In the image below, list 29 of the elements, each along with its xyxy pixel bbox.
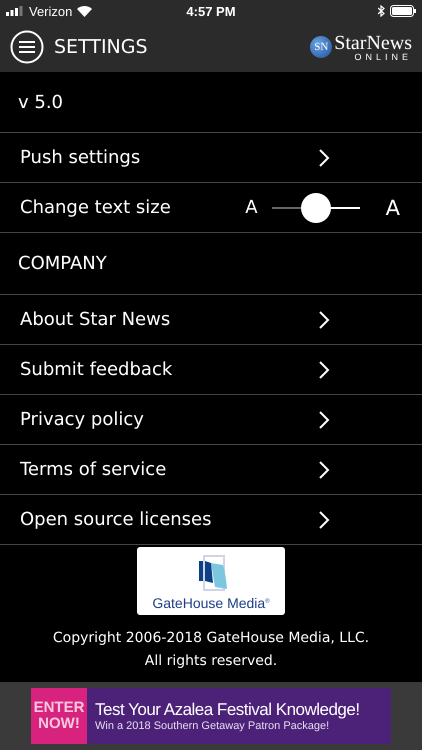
status-time: 4:57 PM — [186, 4, 236, 18]
starnews-logo: SN StarNews ONLINE — [310, 32, 412, 62]
version-label: v 5.0 — [18, 92, 63, 112]
company-row[interactable]: Submit feedback — [0, 345, 422, 395]
large-a-label: A — [386, 196, 400, 220]
chevron-icon — [318, 310, 330, 330]
company-row[interactable]: Terms of service — [0, 445, 422, 495]
company-row[interactable]: About Star News — [0, 295, 422, 345]
battery-icon — [390, 5, 416, 17]
signal-icon — [6, 6, 24, 16]
company-row[interactable]: Privacy policy — [0, 395, 422, 445]
bluetooth-icon — [378, 5, 385, 17]
company-row[interactable]: Open source licenses — [0, 495, 422, 545]
page-title: SETTINGS — [54, 36, 149, 58]
small-a-label: A — [245, 197, 258, 218]
menu-button[interactable] — [10, 30, 44, 64]
text-size-label: Change text size — [20, 197, 171, 218]
wifi-icon — [77, 6, 92, 16]
settings-row[interactable]: Push settings — [0, 133, 422, 183]
chevron-icon — [318, 148, 330, 168]
rights-text: All rights reserved. — [144, 652, 278, 671]
gatehouse-logo: GateHouse Media$^{®}$ — [137, 547, 285, 615]
chevron-icon — [318, 460, 330, 480]
chevron-icon — [318, 410, 330, 430]
carrier-name: Verizon — [29, 4, 72, 18]
section-heading: COMPANY — [18, 253, 107, 274]
chevron-icon — [318, 360, 330, 380]
chevron-icon — [318, 510, 330, 530]
copyright-text: Copyright 2006-2018 GateHouse Media, LLC. — [52, 629, 370, 648]
